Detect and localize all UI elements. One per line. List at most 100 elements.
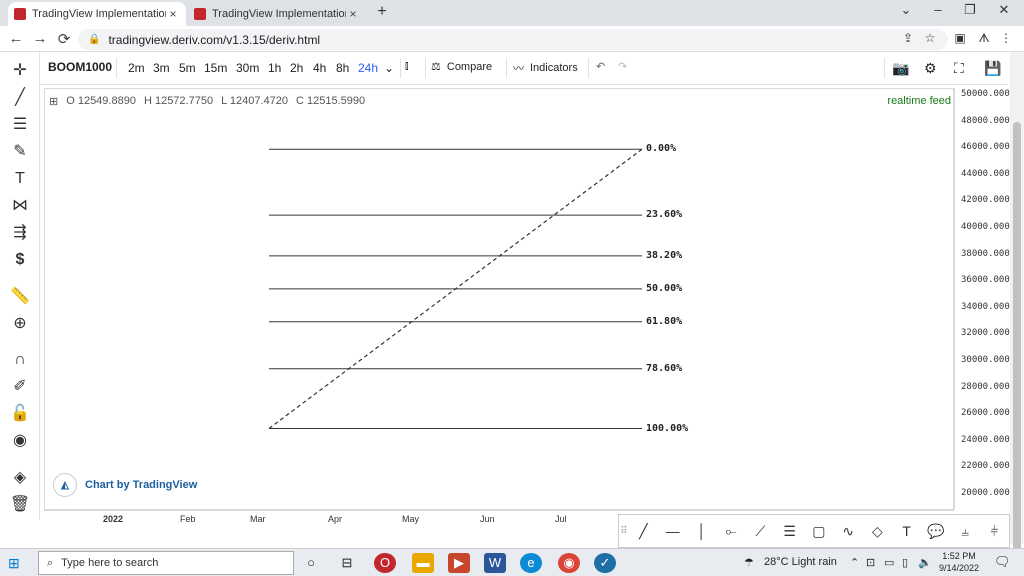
- new-tab-button[interactable]: +: [372, 3, 392, 21]
- undo-icon[interactable]: ↶: [596, 60, 605, 73]
- fullscreen-icon[interactable]: ⛶: [954, 60, 964, 77]
- windows-start-icon[interactable]: ⊞: [8, 555, 20, 572]
- volume-icon[interactable]: 🔈: [918, 556, 932, 569]
- pattern-icon[interactable]: ⋈: [8, 195, 32, 217]
- opera-icon[interactable]: O: [374, 553, 396, 573]
- fib-tool-icon[interactable]: ☰: [775, 516, 804, 546]
- price-axis[interactable]: 50000.0000 48000.0000 46000.0000 44000.0000…: [954, 88, 1015, 510]
- drawing-tools-sidebar: ✛ ╱ ☰ ✎ T ⋈ ⇶ $ 📏 ⊕ ∩ ✐ 🔓 ◉ ◈ 🗑: [0, 52, 40, 520]
- fibonacci-retracement-drawing[interactable]: [45, 89, 955, 511]
- redo-icon[interactable]: ↷: [618, 60, 627, 73]
- app-icon[interactable]: ✓: [594, 553, 616, 573]
- vertical-line-tool-icon[interactable]: │: [687, 516, 716, 546]
- callout-tool-icon[interactable]: 💬: [921, 516, 950, 546]
- camera-icon[interactable]: 📷: [892, 60, 909, 77]
- trendline-icon[interactable]: ╱: [8, 87, 32, 109]
- dollar-icon[interactable]: $: [8, 249, 32, 271]
- tf-24h[interactable]: 24h: [358, 61, 378, 75]
- tf-3m[interactable]: 3m: [153, 61, 170, 75]
- stay-in-drawing-icon[interactable]: ✐: [8, 376, 32, 398]
- back-button[interactable]: ←: [6, 30, 26, 47]
- tf-15m[interactable]: 15m: [204, 61, 227, 75]
- forward-button[interactable]: →: [30, 30, 50, 47]
- curve-tool-icon[interactable]: ∿: [834, 516, 863, 546]
- url-field[interactable]: 🔒 tradingview.deriv.com/v1.3.15/deriv.ht…: [78, 29, 948, 50]
- tray-chevron-icon[interactable]: ⌃: [850, 556, 859, 569]
- reload-button[interactable]: ⟳: [54, 30, 74, 48]
- tf-8h[interactable]: 8h: [336, 61, 349, 75]
- fib-retracement-icon[interactable]: ☰: [8, 114, 32, 136]
- profile-icon[interactable]: ᗑ: [976, 31, 992, 46]
- brush-icon[interactable]: ✎: [8, 141, 32, 163]
- symbol-search-button[interactable]: BOOM1000: [48, 60, 112, 74]
- settings-gear-icon[interactable]: ⚙: [924, 60, 937, 77]
- zoom-in-icon[interactable]: ⊕: [8, 313, 32, 335]
- weather-text[interactable]: 28°C Light rain: [764, 556, 837, 568]
- indicators-button[interactable]: 〰 Indicators: [513, 60, 578, 76]
- text-tool-icon[interactable]: T: [892, 516, 921, 546]
- close-tab-icon[interactable]: ×: [166, 7, 180, 21]
- eye-icon[interactable]: ◉: [8, 430, 32, 452]
- close-tab-icon[interactable]: ×: [346, 7, 360, 21]
- pitchfork-tool-icon[interactable]: ⫩: [980, 516, 1009, 546]
- trash-icon[interactable]: 🗑: [8, 494, 32, 516]
- file-explorer-icon[interactable]: ▬: [412, 553, 434, 573]
- chevron-down-icon[interactable]: ⌄: [384, 61, 394, 75]
- page-scrollbar[interactable]: [1010, 52, 1024, 562]
- text-icon[interactable]: T: [8, 168, 32, 190]
- channel-tool-icon[interactable]: ⫨: [951, 516, 980, 546]
- tradingview-branding[interactable]: ◭ Chart by TradingView: [53, 473, 197, 497]
- crosshair-icon[interactable]: ✛: [8, 60, 32, 82]
- network-icon[interactable]: ▭: [884, 556, 894, 569]
- scrollbar-thumb[interactable]: [1013, 122, 1021, 562]
- y-tick-label: 48000.0000: [961, 115, 1016, 126]
- share-icon[interactable]: ⇪: [900, 31, 916, 45]
- tray-app-icon[interactable]: ⊡: [866, 556, 875, 569]
- task-view-icon[interactable]: ⊟: [336, 553, 358, 573]
- horizontal-ray-tool-icon[interactable]: ⟜: [717, 516, 746, 546]
- maximize-button[interactable]: ❐: [958, 2, 982, 18]
- minimize-button[interactable]: –: [926, 2, 950, 17]
- lock-drawings-icon[interactable]: 🔓: [8, 403, 32, 425]
- menu-icon[interactable]: ⋮: [998, 31, 1014, 45]
- browser-tab-2[interactable]: TradingView Implementation for ×: [188, 2, 366, 26]
- word-icon[interactable]: W: [484, 553, 506, 573]
- media-app-icon[interactable]: ▶: [448, 553, 470, 573]
- system-clock[interactable]: 1:52 PM 9/14/2022: [936, 550, 982, 574]
- layers-icon[interactable]: ◈: [8, 467, 32, 489]
- close-window-button[interactable]: ✕: [992, 2, 1016, 18]
- compare-button[interactable]: ⚖ Compare: [431, 60, 492, 74]
- weather-icon[interactable]: ☂: [744, 556, 754, 569]
- horizontal-line-tool-icon[interactable]: —: [658, 516, 687, 546]
- fib-level-label: 100.00%: [646, 422, 689, 434]
- chart-pane[interactable]: ⊞ O 12549.8890 H 12572.7750 L 12407.4720…: [44, 88, 954, 510]
- tf-2h[interactable]: 2h: [290, 61, 303, 75]
- magnet-icon[interactable]: ∩: [8, 349, 32, 371]
- display-icon[interactable]: ▯: [902, 556, 908, 569]
- taskbar-search-box[interactable]: ⌕ Type here to search: [38, 551, 294, 575]
- chrome-icon[interactable]: ◉: [558, 553, 580, 573]
- drag-handle-icon[interactable]: ⠿: [619, 516, 629, 546]
- edge-icon[interactable]: e: [520, 553, 542, 573]
- polygon-tool-icon[interactable]: ◇: [863, 516, 892, 546]
- browser-tab-1[interactable]: TradingView Implementation for ×: [8, 2, 186, 26]
- candle-type-icon[interactable]: ⫾: [405, 60, 409, 73]
- tf-2m[interactable]: 2m: [128, 61, 145, 75]
- save-icon[interactable]: 💾: [984, 60, 1001, 77]
- tf-4h[interactable]: 4h: [313, 61, 326, 75]
- ray-tool-icon[interactable]: ⟋: [746, 516, 775, 546]
- tf-5m[interactable]: 5m: [179, 61, 196, 75]
- lock-icon: 🔒: [88, 34, 101, 45]
- trend-line-tool-icon[interactable]: ╱: [629, 516, 658, 546]
- tf-1h[interactable]: 1h: [268, 61, 281, 75]
- rectangle-tool-icon[interactable]: ▢: [804, 516, 833, 546]
- y-tick-label: 40000.0000: [961, 222, 1016, 232]
- notifications-icon[interactable]: 🗨: [994, 554, 1011, 570]
- ruler-icon[interactable]: 📏: [8, 286, 32, 308]
- side-panel-icon[interactable]: ▣: [952, 31, 968, 45]
- bookmark-star-icon[interactable]: ☆: [922, 31, 938, 45]
- cortana-icon[interactable]: ○: [300, 553, 322, 573]
- prediction-icon[interactable]: ⇶: [8, 222, 32, 244]
- tab-search-icon[interactable]: ⌄: [894, 2, 918, 18]
- tf-30m[interactable]: 30m: [236, 61, 259, 75]
